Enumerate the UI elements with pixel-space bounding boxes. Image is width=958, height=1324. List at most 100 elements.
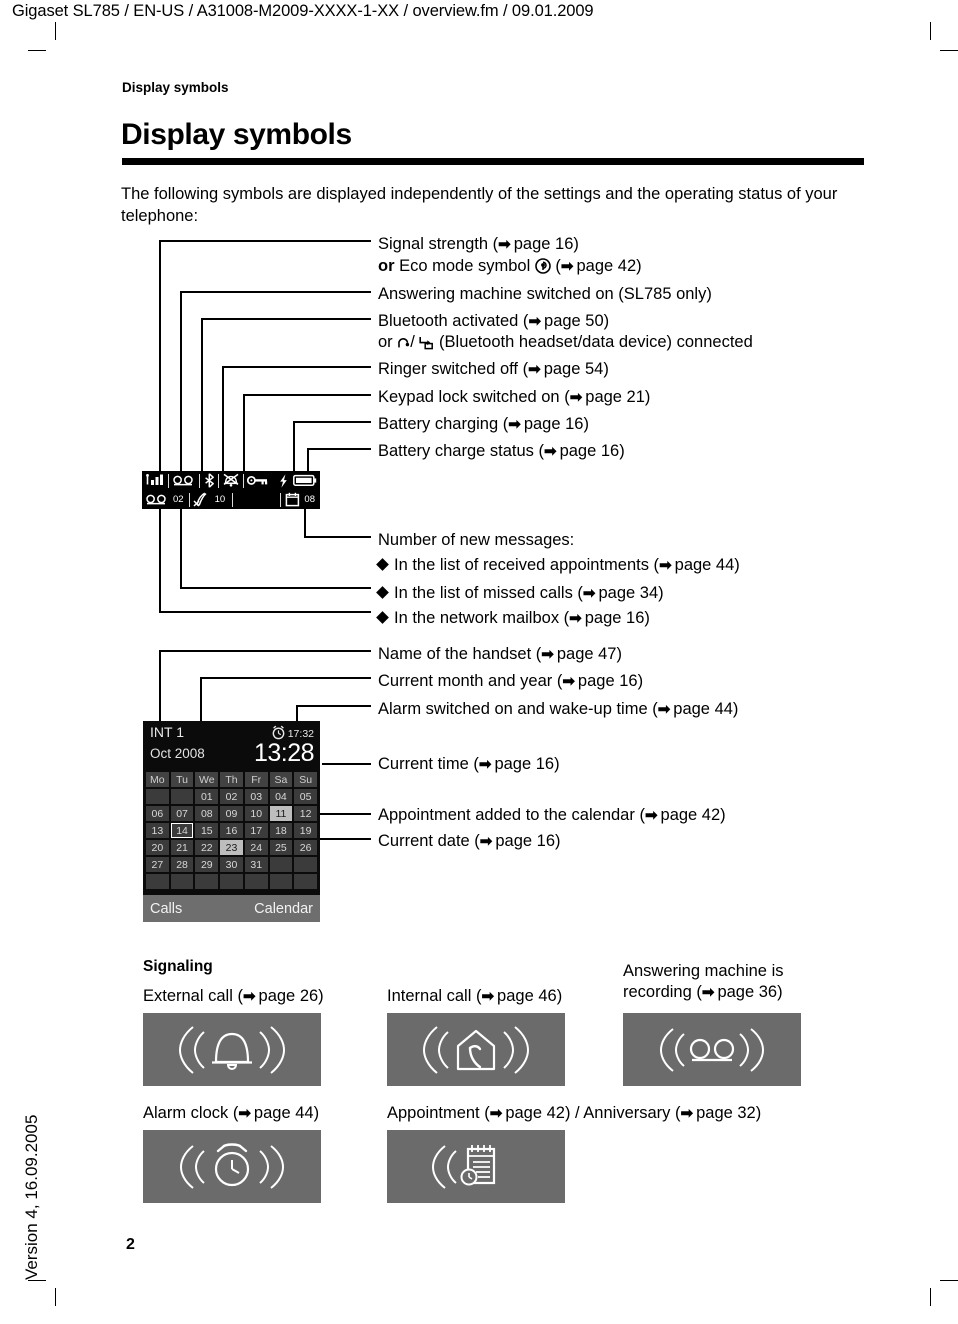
calendar-day-cell[interactable]: 20 — [146, 840, 169, 855]
callout-signal-strength: Signal strength (➡ page 16) — [378, 233, 579, 257]
battery-icon — [290, 471, 320, 490]
calendar-day-cell[interactable]: 16 — [220, 823, 243, 838]
calendar-day-cell[interactable]: 31 — [244, 857, 268, 872]
calendar-day-cell[interactable]: 19 — [294, 823, 317, 838]
calendar-day-cell[interactable]: 11 — [269, 806, 293, 821]
signaling-box-external-call — [143, 1013, 321, 1086]
mailbox-count: 02 — [173, 494, 184, 505]
calendar-day-cell[interactable]: 05 — [294, 789, 317, 804]
bullet-diamond-icon — [376, 586, 389, 599]
callout-handset-name-ref: page 47) — [556, 645, 622, 663]
calendar-day-cell[interactable]: 22 — [195, 840, 219, 855]
callout-current-time-text: Current time ( — [378, 755, 479, 773]
leader-line-handset-name-h — [159, 650, 371, 652]
calendar-day-cell — [294, 857, 317, 872]
section-label: Display symbols — [122, 80, 229, 95]
arrow-icon: ➡ — [528, 313, 542, 330]
calendar-day-cell[interactable]: 24 — [244, 840, 268, 855]
calendar-day-cell[interactable]: 25 — [269, 840, 293, 855]
callout-msg-missed: In the list of missed calls (➡ page 34) — [376, 582, 664, 606]
callout-keypad-lock-text: Keypad lock switched on ( — [378, 388, 570, 406]
calendar-day-cell[interactable]: 10 — [244, 806, 268, 821]
calendar-day-cell[interactable]: 09 — [220, 806, 243, 821]
signaling-box-alarm-clock — [143, 1130, 321, 1203]
arrow-icon: ➡ — [569, 610, 582, 627]
callout-msg-appointments-ref: page 44) — [674, 556, 740, 574]
calendar-weekday-header: Fr — [244, 772, 268, 787]
keypad-lock-icon — [244, 471, 272, 490]
arrow-icon: ➡ — [498, 236, 511, 253]
callout-msg-mailbox-ref: page 16) — [584, 609, 650, 627]
calendar-day-cell — [146, 789, 169, 804]
callout-handset-name: Name of the handset (➡ page 47) — [378, 643, 622, 667]
leader-line-answering-h — [180, 291, 371, 293]
callout-appointment-added-ref: page 42) — [660, 806, 726, 824]
leader-line-month-h — [200, 677, 371, 679]
crop-mark-bottom-right-h — [940, 1280, 958, 1281]
softkey-calls[interactable]: Calls — [150, 901, 182, 917]
arrow-icon: ➡ — [644, 807, 658, 824]
arrow-icon: ➡ — [479, 833, 493, 850]
leader-line-keypad-v — [243, 394, 245, 472]
callout-battery-status-ref: page 16) — [559, 442, 625, 460]
arrow-icon: ➡ — [528, 361, 541, 378]
calendar-day-cell[interactable]: 03 — [244, 789, 268, 804]
calendar-day-cell[interactable]: 30 — [220, 857, 243, 872]
caption-answering-recording-l1: Answering machine is — [623, 962, 784, 980]
calendar-day-cell[interactable]: 27 — [146, 857, 169, 872]
callout-battery-status: Battery charge status (➡ page 16) — [378, 440, 625, 464]
callout-month-year-ref: page 16) — [577, 672, 644, 690]
crop-mark-bottom-left-v — [55, 1288, 56, 1306]
calendar-day-cell[interactable]: 07 — [170, 806, 194, 821]
status-divider-5 — [188, 492, 190, 507]
caption-answering-recording-ref: page 36) — [717, 983, 783, 1001]
calendar-day-cell[interactable]: 23 — [220, 840, 243, 855]
calendar-grid[interactable]: Mo Tu We Th Fr Sa Su 01 02 03 04 05 06 07 08 09 10 11 12 13… — [146, 772, 317, 889]
callout-eco-text: Eco mode symbol — [399, 257, 531, 275]
calendar-day-cell[interactable]: 02 — [220, 789, 243, 804]
calendar-weekday-header: Mo — [146, 772, 169, 787]
display-softkeys: Calls Calendar — [143, 895, 320, 922]
calendar-day-cell[interactable]: 18 — [269, 823, 293, 838]
callout-battery-charging: Battery charging (➡ page 16) — [378, 413, 589, 437]
display-second-row: Oct 2008 13:28 — [143, 739, 320, 770]
signaling-heading: Signaling — [143, 958, 213, 975]
callout-bluetooth-ref: page 50) — [544, 312, 610, 330]
arrow-icon: ➡ — [569, 389, 583, 406]
callout-current-date-text: Current date ( — [378, 832, 480, 850]
calendar-day-cell[interactable]: 15 — [195, 823, 219, 838]
calendar-day-cell[interactable]: 14 — [170, 823, 194, 838]
caption-external-call: External call (➡ page 26) — [143, 986, 324, 1007]
calendar-day-cell[interactable]: 12 — [294, 806, 317, 821]
caption-answering-recording-l2: recording ( — [623, 983, 702, 1001]
callout-new-messages-heading: Number of new messages: — [378, 531, 575, 549]
calendar-day-cell[interactable]: 26 — [294, 840, 317, 855]
calendar-day-cell[interactable]: 17 — [244, 823, 268, 838]
caption-alarm-clock-text: Alarm clock ( — [143, 1104, 239, 1122]
calendar-day-cell[interactable]: 04 — [269, 789, 293, 804]
arrow-icon: ➡ — [560, 258, 574, 275]
calendar-day-cell[interactable]: 01 — [195, 789, 219, 804]
title-rule — [122, 158, 864, 165]
softkey-calendar[interactable]: Calendar — [254, 901, 313, 917]
calendar-day-cell[interactable]: 28 — [170, 857, 194, 872]
calendar-day-cell[interactable]: 29 — [195, 857, 219, 872]
callout-msg-appointments: In the list of received appointments (➡ p… — [376, 554, 740, 578]
leader-line-signal-h — [159, 240, 371, 242]
callout-bluetooth-tail: (Bluetooth headset/data device) connecte… — [439, 333, 753, 351]
callout-keypad-lock: Keypad lock switched on (➡ page 21) — [378, 386, 650, 410]
answering-machine-icon — [169, 471, 199, 490]
calendar-day-cell[interactable]: 06 — [146, 806, 169, 821]
calendar-day-cell[interactable]: 13 — [146, 823, 169, 838]
bluetooth-data-device-icon — [419, 335, 434, 350]
callout-ringer-off-ref: page 54) — [543, 360, 609, 378]
caption-appointment-ref: page 42) — [505, 1104, 571, 1122]
calendar-day-cell[interactable]: 08 — [195, 806, 219, 821]
callout-eco-mode: or Eco mode symbol (➡ page 42) — [378, 255, 642, 279]
leader-line-bluetooth-h — [201, 318, 371, 320]
answering-recording-icon — [659, 1027, 765, 1072]
calendar-day-cell[interactable]: 21 — [170, 840, 194, 855]
crop-mark-top-right-v — [930, 22, 931, 40]
status-divider-3 — [218, 473, 219, 488]
display-handset-name: INT 1 — [150, 724, 184, 740]
